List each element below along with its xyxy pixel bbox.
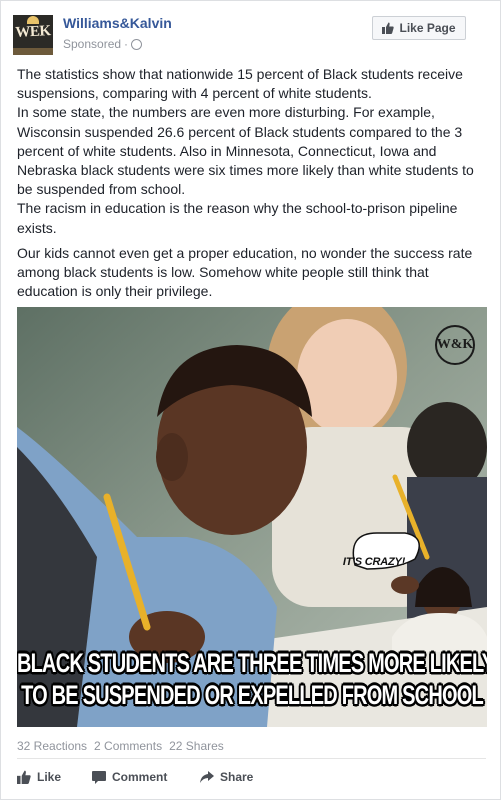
post-actions: Like Comment Share <box>17 770 253 784</box>
post-paragraph: The statistics show that nationwide 15 p… <box>17 66 463 102</box>
wk-logo-badge: W&K <box>435 325 475 365</box>
post-text: The statistics show that nationwide 15 p… <box>17 65 487 301</box>
actions-divider <box>17 758 486 759</box>
avatar-logo-text: WEK <box>14 23 51 41</box>
like-page-button[interactable]: Like Page <box>372 16 466 40</box>
like-page-label: Like Page <box>399 21 456 35</box>
comment-icon <box>92 770 106 784</box>
share-button[interactable]: Share <box>200 770 253 784</box>
page-name-link[interactable]: Williams&Kalvin <box>63 15 172 31</box>
avatar-ground-graphic <box>13 48 53 55</box>
reactions-count[interactable]: 32 Reactions <box>17 739 87 753</box>
image-caption-line-2: TO BE SUSPENDED OR EXPELLED FROM SCHOOL <box>21 680 484 711</box>
post-paragraph: The racism in education is the reason wh… <box>17 200 458 236</box>
sponsored-label[interactable]: Sponsored <box>63 37 121 51</box>
comment-label: Comment <box>112 770 168 784</box>
comments-count[interactable]: 2 Comments <box>94 739 162 753</box>
like-button[interactable]: Like <box>17 770 92 784</box>
thumbs-up-icon <box>17 770 31 784</box>
page-avatar[interactable]: WEK <box>13 15 53 55</box>
sponsored-post-card: WEK Williams&Kalvin Sponsored · Like Pag… <box>0 0 501 800</box>
share-label: Share <box>220 770 254 784</box>
globe-icon <box>131 38 143 50</box>
thumbs-up-icon <box>382 22 395 34</box>
post-paragraph: Our kids cannot even get a proper educat… <box>17 244 473 300</box>
engagement-stats: 32 Reactions 2 Comments 22 Shares <box>17 739 224 753</box>
speech-bubble-text: IT'S CRAZY! <box>342 556 406 568</box>
post-meta: Sponsored · <box>63 37 143 51</box>
like-label: Like <box>37 770 62 784</box>
meta-separator: · <box>124 37 129 51</box>
comment-button[interactable]: Comment <box>92 770 200 784</box>
post-image[interactable]: W&K IT'S CRAZY! BLACK STUDENTS ARE THREE… <box>17 307 487 727</box>
shares-count[interactable]: 22 Shares <box>169 739 224 753</box>
share-arrow-icon <box>200 771 214 783</box>
image-caption-line-1: BLACK STUDENTS ARE THREE TIMES MORE LIKE… <box>17 648 487 679</box>
post-paragraph: In some state, the numbers are even more… <box>17 104 474 198</box>
